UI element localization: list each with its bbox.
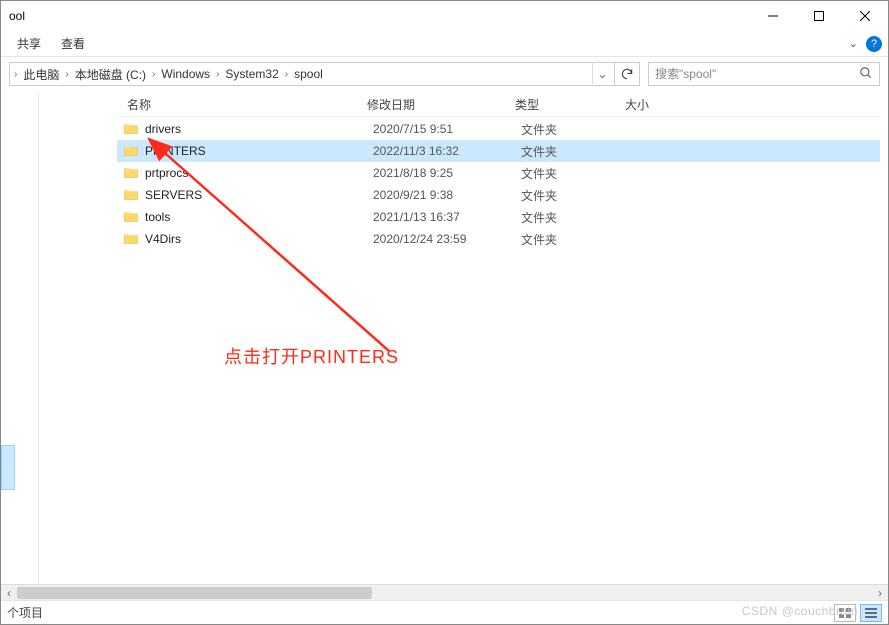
folder-icon	[123, 209, 139, 225]
search-input[interactable]	[655, 67, 859, 81]
cell-date: 2020/12/24 23:59	[373, 232, 521, 246]
file-list-area: 名称 修改日期 类型 大小 drivers2020/7/15 9:51文件夹PR…	[39, 93, 888, 600]
rows-container: drivers2020/7/15 9:51文件夹PRINTERS2022/11/…	[117, 118, 880, 250]
table-row[interactable]: drivers2020/7/15 9:51文件夹	[117, 118, 880, 140]
cell-name: SERVERS	[145, 188, 373, 202]
chevron-right-icon[interactable]: ›	[150, 69, 157, 80]
cell-type: 文件夹	[521, 165, 631, 182]
table-row[interactable]: prtprocs2021/8/18 9:25文件夹	[117, 162, 880, 184]
help-icon[interactable]: ?	[866, 36, 882, 52]
breadcrumb-seg-system32[interactable]: System32	[221, 67, 282, 81]
chevron-right-icon[interactable]: ›	[63, 69, 70, 80]
status-text: 个项目	[7, 604, 43, 621]
window-controls	[750, 1, 888, 31]
folder-icon	[123, 165, 139, 181]
window-titlebar: ool	[1, 1, 888, 31]
cell-type: 文件夹	[521, 231, 631, 248]
cell-name: prtprocs	[145, 166, 373, 180]
content-area: 名称 修改日期 类型 大小 drivers2020/7/15 9:51文件夹PR…	[1, 93, 888, 600]
cell-name: V4Dirs	[145, 232, 373, 246]
search-box[interactable]	[648, 62, 880, 86]
cell-date: 2022/11/3 16:32	[373, 144, 521, 158]
column-headers: 名称 修改日期 类型 大小	[117, 93, 880, 117]
view-mode-icons	[834, 604, 882, 622]
scroll-right-icon[interactable]: ›	[872, 585, 888, 601]
cell-date: 2021/8/18 9:25	[373, 166, 521, 180]
cell-type: 文件夹	[521, 209, 631, 226]
address-row: › 此电脑 › 本地磁盘 (C:) › Windows › System32 ›…	[1, 57, 888, 91]
cell-date: 2021/1/13 16:37	[373, 210, 521, 224]
col-type[interactable]: 类型	[515, 96, 625, 113]
chevron-right-icon[interactable]: ›	[214, 69, 221, 80]
cell-type: 文件夹	[521, 187, 631, 204]
tab-share[interactable]: 共享	[7, 35, 51, 52]
close-button[interactable]	[842, 1, 888, 31]
breadcrumb-seg-pc[interactable]: 此电脑	[19, 66, 63, 83]
cell-date: 2020/9/21 9:38	[373, 188, 521, 202]
cell-name: PRINTERS	[145, 144, 373, 158]
address-dropdown-icon[interactable]: ⌄	[592, 62, 612, 86]
refresh-button[interactable]	[614, 62, 640, 86]
folder-icon	[123, 187, 139, 203]
sidebar-selection	[1, 445, 15, 490]
table-row[interactable]: tools2021/1/13 16:37文件夹	[117, 206, 880, 228]
folder-icon	[123, 143, 139, 159]
minimize-button[interactable]	[750, 1, 796, 31]
search-icon[interactable]	[859, 66, 873, 83]
maximize-button[interactable]	[796, 1, 842, 31]
tab-view[interactable]: 查看	[51, 35, 95, 52]
annotation-text: 点击打开PRINTERS	[224, 343, 399, 369]
table-row[interactable]: SERVERS2020/9/21 9:38文件夹	[117, 184, 880, 206]
window-title: ool	[9, 9, 25, 23]
cell-date: 2020/7/15 9:51	[373, 122, 521, 136]
cell-type: 文件夹	[521, 121, 631, 138]
ribbon-tabs: 共享 查看 ⌄ ?	[1, 31, 888, 57]
breadcrumb-seg-disk[interactable]: 本地磁盘 (C:)	[71, 66, 150, 83]
breadcrumb-seg-windows[interactable]: Windows	[157, 67, 214, 81]
folder-icon	[123, 231, 139, 247]
folder-icon	[123, 121, 139, 137]
scroll-thumb[interactable]	[17, 587, 372, 599]
table-row[interactable]: V4Dirs2020/12/24 23:59文件夹	[117, 228, 880, 250]
status-bar: 个项目	[1, 600, 888, 624]
cell-type: 文件夹	[521, 143, 631, 160]
col-name[interactable]: 名称	[117, 96, 367, 113]
chevron-right-icon[interactable]: ›	[12, 69, 19, 80]
view-thumbnails-button[interactable]	[834, 604, 856, 622]
col-size[interactable]: 大小	[625, 96, 715, 113]
cell-name: tools	[145, 210, 373, 224]
scroll-left-icon[interactable]: ‹	[1, 585, 17, 601]
table-row[interactable]: PRINTERS2022/11/3 16:32文件夹	[117, 140, 880, 162]
view-details-button[interactable]	[860, 604, 882, 622]
cell-name: drivers	[145, 122, 373, 136]
breadcrumb-seg-spool[interactable]: spool	[290, 67, 327, 81]
chevron-right-icon[interactable]: ›	[283, 69, 290, 80]
breadcrumb[interactable]: › 此电脑 › 本地磁盘 (C:) › Windows › System32 ›…	[9, 62, 615, 86]
sidebar[interactable]	[1, 93, 39, 600]
ribbon-expand-icon[interactable]: ⌄	[849, 37, 858, 50]
col-date[interactable]: 修改日期	[367, 96, 515, 113]
scrollbar-horizontal[interactable]: ‹ ›	[1, 584, 888, 600]
